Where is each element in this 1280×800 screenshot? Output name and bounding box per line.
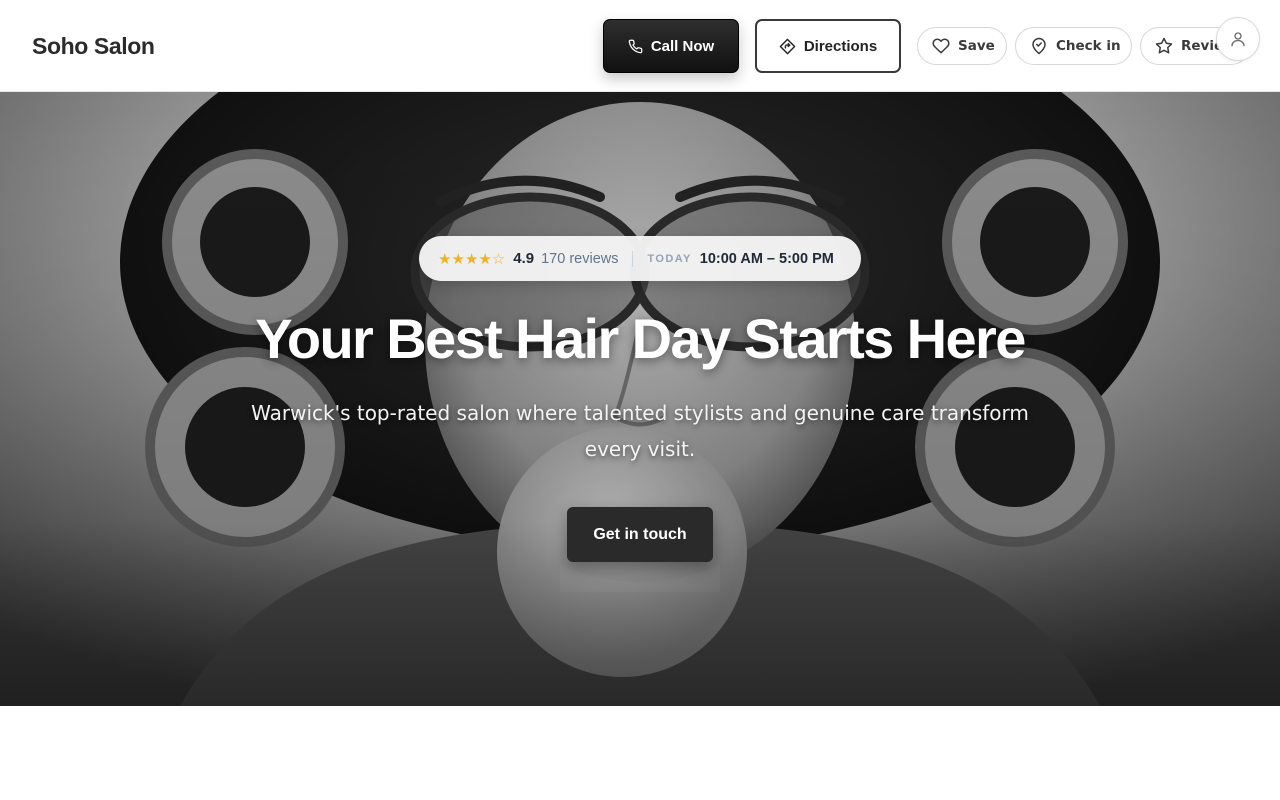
check-in-button[interactable]: Check in	[1015, 27, 1132, 65]
directions-icon	[779, 38, 796, 55]
call-now-label: Call Now	[650, 37, 715, 55]
hero-title: Your Best Hair Day Starts Here	[255, 307, 1026, 370]
hero-subtitle: Warwick's top-rated salon where talented…	[251, 401, 1029, 461]
today-label: TODAY	[647, 252, 692, 265]
phone-icon	[628, 39, 643, 54]
user-icon	[1229, 30, 1247, 48]
rating-value: 4.9	[513, 250, 535, 267]
call-now-button[interactable]: Call Now	[603, 19, 739, 73]
review-count[interactable]: 170 reviews	[541, 251, 618, 267]
check-in-label: Check in	[1056, 38, 1121, 54]
rating-hours-pill: ★★★★☆ 4.9 170 reviews TODAY 10:00 AM – 5…	[419, 236, 861, 281]
opening-hours: 10:00 AM – 5:00 PM	[699, 250, 834, 267]
brand-name[interactable]: Soho Salon	[32, 31, 155, 61]
save-label: Save	[958, 38, 995, 54]
account-button[interactable]	[1216, 17, 1260, 61]
pill-divider	[632, 250, 634, 267]
site-header: Soho Salon Call Now Directions Save Chec…	[0, 0, 1280, 92]
hero-section: ★★★★☆ 4.9 170 reviews TODAY 10:00 AM – 5…	[0, 92, 1280, 706]
star-icon	[1155, 37, 1173, 55]
get-in-touch-button[interactable]: Get in touch	[567, 507, 713, 562]
directions-label: Directions	[803, 37, 878, 55]
save-button[interactable]: Save	[917, 27, 1007, 65]
directions-button[interactable]: Directions	[755, 19, 901, 73]
rating-stars: ★★★★☆	[438, 250, 506, 268]
heart-icon	[932, 37, 950, 55]
map-pin-icon	[1030, 37, 1048, 55]
